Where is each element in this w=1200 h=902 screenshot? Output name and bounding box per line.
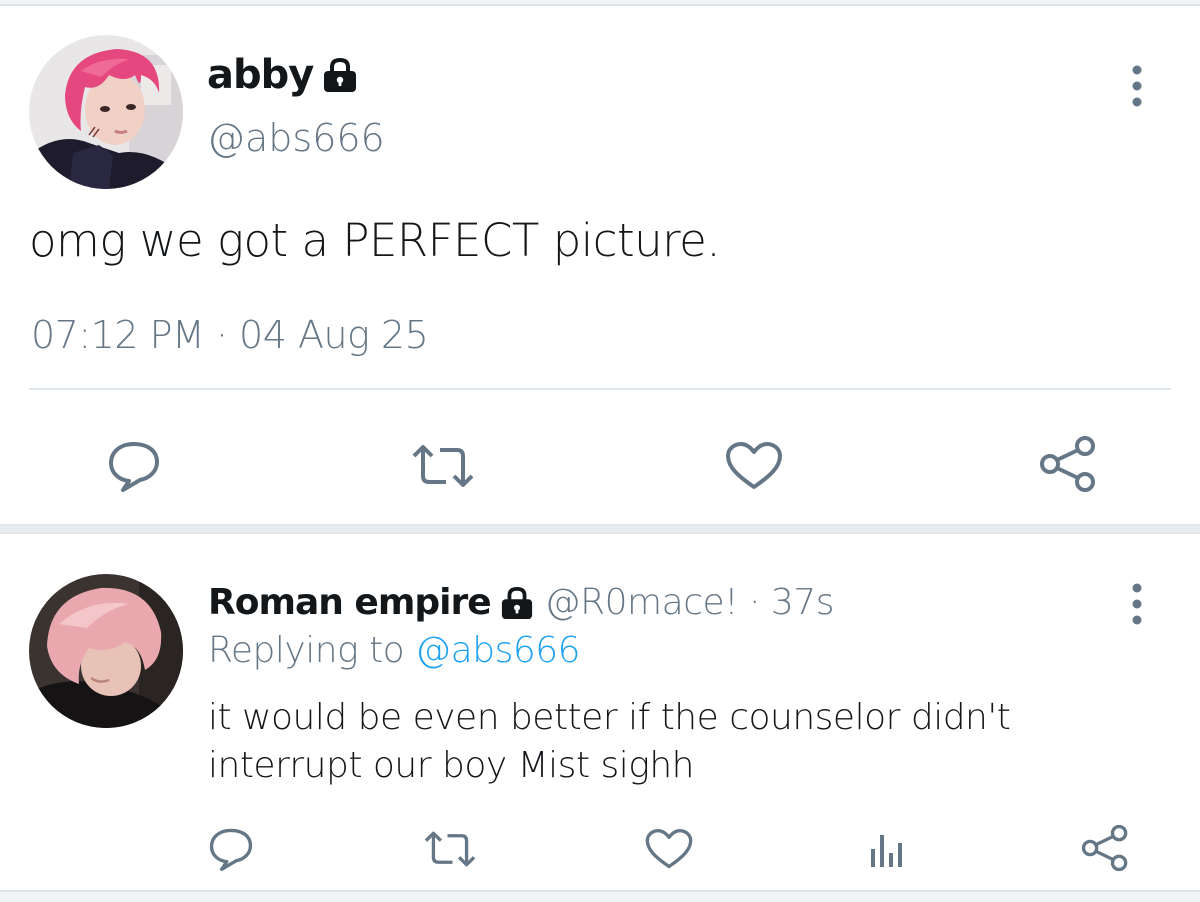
avatar[interactable] bbox=[29, 574, 183, 728]
reply-header: Roman empire @R0mace! · 37s bbox=[208, 582, 834, 623]
reply-button[interactable] bbox=[206, 824, 256, 874]
more-vertical-icon[interactable] bbox=[1126, 582, 1148, 626]
reply-text: it would be even better if the counselor… bbox=[208, 697, 1011, 786]
share-icon bbox=[1081, 824, 1129, 872]
share-button[interactable] bbox=[1038, 434, 1098, 494]
handle-and-time[interactable]: @R0mace! · 37s bbox=[545, 582, 835, 623]
lock-icon bbox=[499, 586, 535, 620]
analytics-icon bbox=[866, 829, 906, 869]
heart-icon bbox=[644, 827, 694, 871]
share-button[interactable] bbox=[1080, 822, 1130, 874]
like-button[interactable] bbox=[644, 824, 694, 874]
retweet-icon bbox=[421, 829, 479, 869]
heart-icon bbox=[724, 440, 784, 492]
replying-to: Replying to @abs666 bbox=[208, 630, 581, 671]
reply-icon bbox=[208, 827, 254, 871]
reply-button[interactable] bbox=[106, 438, 162, 494]
replying-to-label: Replying to bbox=[208, 630, 405, 671]
divider bbox=[29, 388, 1171, 390]
reply-icon bbox=[107, 440, 161, 492]
timestamp[interactable]: 07:12 PM · 04 Aug 25 bbox=[31, 313, 429, 357]
handle[interactable]: @abs666 bbox=[207, 116, 385, 160]
display-name-text[interactable]: abby bbox=[207, 52, 314, 98]
share-icon bbox=[1039, 435, 1097, 493]
main-tweet: abby @abs666 omg we got a PERFECT pictur… bbox=[0, 8, 1200, 532]
retweet-button[interactable] bbox=[408, 438, 478, 494]
reply-tweet[interactable]: Roman empire @R0mace! · 37s Replying to … bbox=[0, 534, 1200, 896]
retweet-icon bbox=[408, 442, 478, 490]
section-divider bbox=[0, 524, 1200, 534]
analytics-button[interactable] bbox=[864, 826, 908, 872]
tweet-text: omg we got a PERFECT picture. bbox=[29, 214, 721, 267]
display-name[interactable]: Roman empire bbox=[208, 582, 492, 623]
display-name[interactable]: abby bbox=[207, 52, 359, 98]
top-divider bbox=[0, 0, 1200, 6]
replying-to-mention[interactable]: @abs666 bbox=[415, 630, 580, 671]
avatar[interactable] bbox=[29, 35, 183, 189]
like-button[interactable] bbox=[724, 438, 784, 494]
bottom-divider bbox=[0, 890, 1200, 902]
lock-icon bbox=[321, 57, 359, 93]
retweet-button[interactable] bbox=[420, 826, 480, 872]
more-vertical-icon[interactable] bbox=[1126, 64, 1148, 108]
